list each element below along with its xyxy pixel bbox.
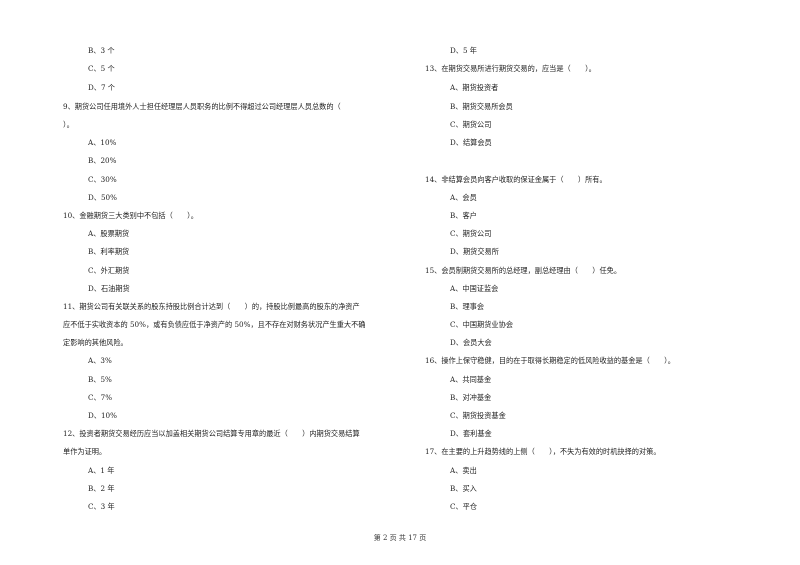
answer-option: C、7% bbox=[88, 393, 113, 402]
answer-option: D、结算会员 bbox=[450, 138, 492, 147]
question-text: ）。 bbox=[63, 120, 74, 129]
answer-option: C、中国期货业协会 bbox=[450, 320, 514, 329]
answer-option: A、3% bbox=[88, 356, 112, 365]
answer-option: C、期货投资基金 bbox=[450, 411, 506, 420]
answer-option: D、10% bbox=[88, 411, 117, 420]
answer-option: D、期货交易所 bbox=[450, 247, 499, 256]
answer-option: B、买入 bbox=[450, 484, 477, 493]
answer-option: D、套利基金 bbox=[450, 429, 492, 438]
answer-option: B、理事会 bbox=[450, 302, 485, 311]
page-footer: 第 2 页 共 17 页 bbox=[373, 534, 427, 542]
answer-option: A、10% bbox=[88, 138, 117, 147]
question-text: 定影响的其他风险。 bbox=[63, 338, 128, 347]
question-text: 17、在主要的上升趋势线的上侧（ ），不失为有效的时机抉择的对策。 bbox=[425, 447, 661, 456]
answer-option: C、外汇期货 bbox=[88, 266, 130, 275]
answer-option: D、5 年 bbox=[450, 46, 477, 55]
question-text: 单作为证明。 bbox=[63, 447, 107, 456]
answer-option: C、5 个 bbox=[88, 64, 115, 73]
question-text: 16、操作上保守稳健，目的在于取得长期稳定的低风险收益的基金是（ ）。 bbox=[425, 356, 675, 365]
answer-option: C、期货公司 bbox=[450, 120, 492, 129]
question-text: 13、在期货交易所进行期货交易的，应当是（ ）。 bbox=[425, 64, 596, 73]
answer-option: D、50% bbox=[88, 193, 117, 202]
question-text: 10、金融期货三大类别中不包括（ ）。 bbox=[63, 211, 198, 220]
answer-option: B、3 个 bbox=[88, 46, 115, 55]
answer-option: C、30% bbox=[88, 175, 117, 184]
answer-option: B、5% bbox=[88, 375, 112, 384]
answer-option: D、会员大会 bbox=[450, 338, 492, 347]
answer-option: C、期货公司 bbox=[450, 229, 492, 238]
answer-option: A、中国证监会 bbox=[450, 284, 499, 293]
answer-option: A、共同基金 bbox=[450, 375, 492, 384]
answer-option: B、客户 bbox=[450, 211, 477, 220]
answer-option: B、利率期货 bbox=[88, 247, 130, 256]
question-text: 14、非结算会员向客户收取的保证金属于（ ）所有。 bbox=[425, 175, 607, 184]
answer-option: D、7 个 bbox=[88, 83, 115, 92]
answer-option: C、平仓 bbox=[450, 502, 478, 511]
answer-option: B、20% bbox=[88, 156, 117, 165]
answer-option: A、会员 bbox=[450, 193, 477, 202]
question-text: 9、期货公司任用境外人士担任经理层人员职务的比例不得超过公司经理层人员总数的（ bbox=[63, 102, 341, 111]
answer-option: A、股票期货 bbox=[88, 229, 130, 238]
answer-option: D、石油期货 bbox=[88, 284, 130, 293]
question-text: 应不低于实收资本的 50%，或有负债应低于净资产的 50%，且不存在对财务状况产… bbox=[63, 320, 366, 329]
answer-option: B、2 年 bbox=[88, 484, 115, 493]
question-text: 15、会员制期货交易所的总经理，副总经理由（ ）任免。 bbox=[425, 266, 622, 275]
answer-option: A、1 年 bbox=[88, 466, 115, 475]
question-text: 11、期货公司有关联关系的股东持股比例合计达到（ ）的，持股比例最高的股东的净资… bbox=[63, 302, 360, 311]
answer-option: C、3 年 bbox=[88, 502, 115, 511]
question-text: 12、投资者期货交易经历应当以加盖相关期货公司结算专用章的最近（ ）内期货交易结… bbox=[63, 429, 360, 438]
answer-option: B、期货交易所会员 bbox=[450, 102, 513, 111]
answer-option: A、期货投资者 bbox=[450, 83, 499, 92]
answer-option: B、对冲基金 bbox=[450, 393, 492, 402]
answer-option: A、卖出 bbox=[450, 466, 477, 475]
